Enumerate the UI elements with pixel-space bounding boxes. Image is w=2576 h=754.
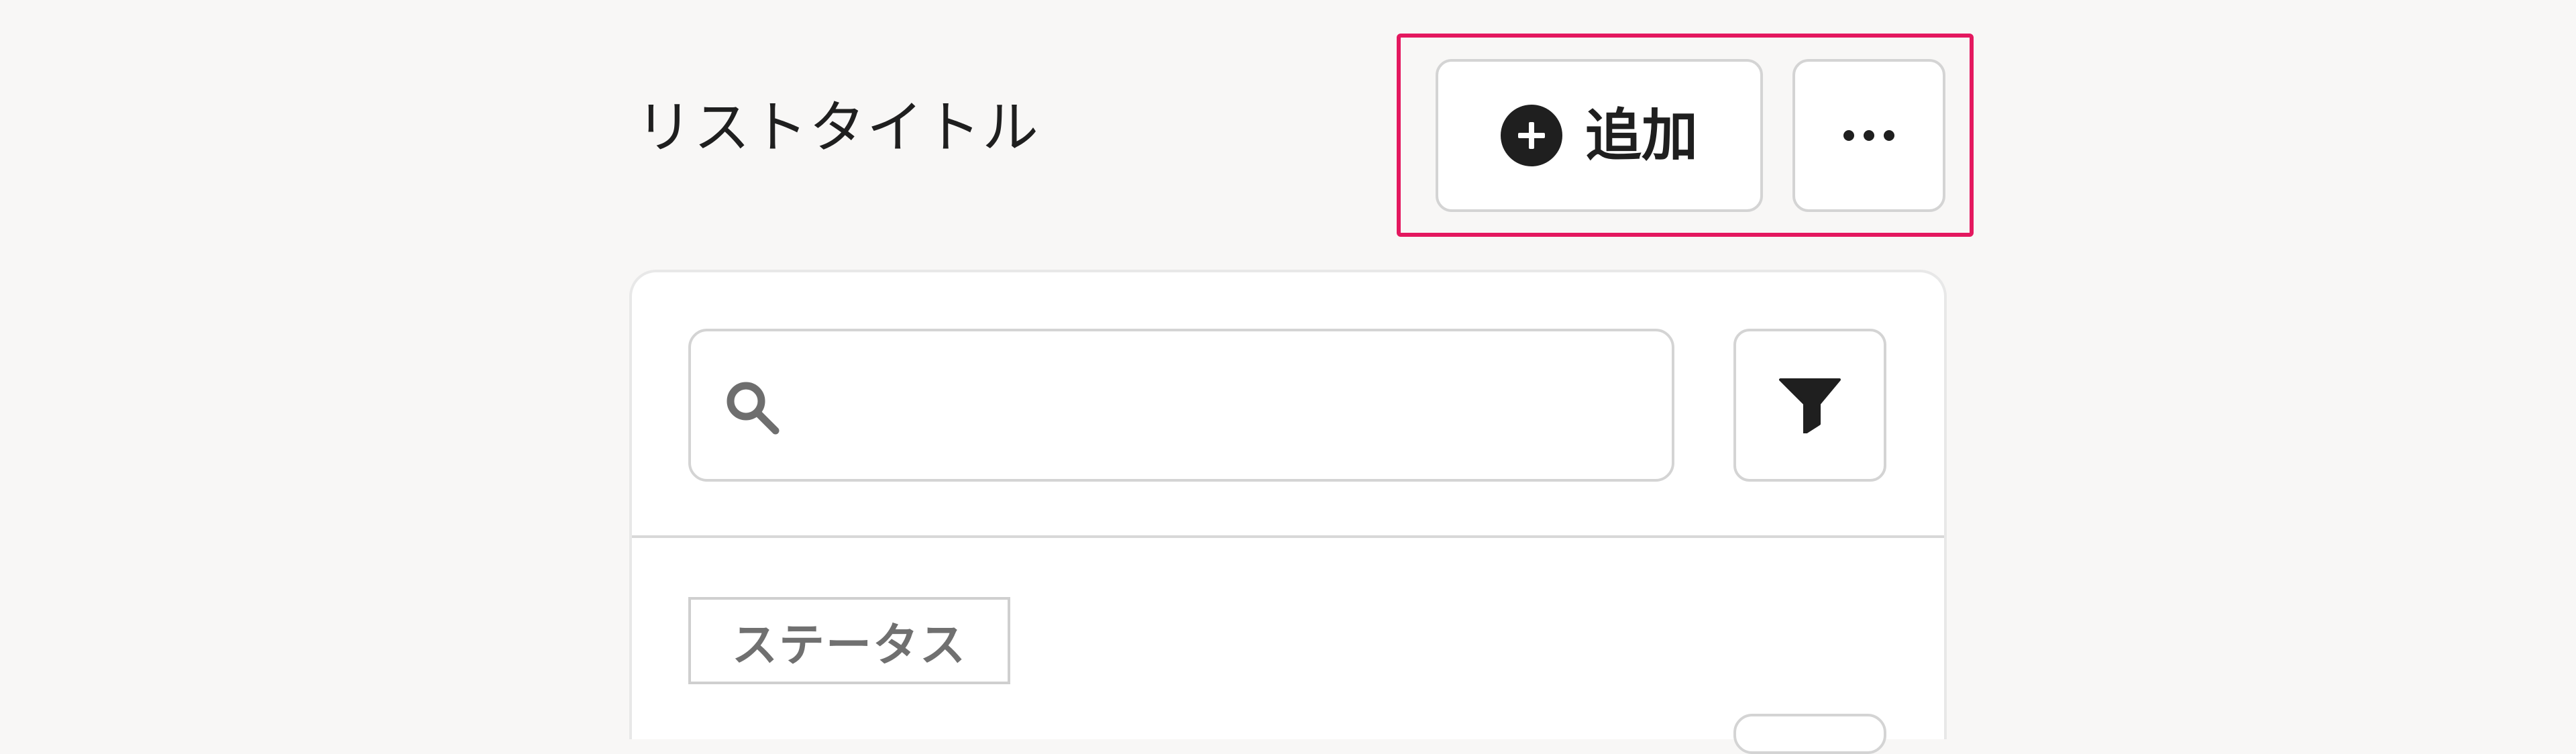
add-button[interactable]: 追加 [1436, 59, 1763, 212]
search-field[interactable] [688, 329, 1674, 482]
panel-divider [632, 535, 1944, 538]
status-filter-label: ステータス [688, 597, 1010, 684]
filter-button[interactable] [1733, 329, 1886, 482]
more-options-button[interactable] [1792, 59, 1945, 212]
status-filter-control[interactable] [1733, 714, 1886, 754]
plus-circle-icon [1500, 105, 1562, 166]
page-title: リストタイトル [636, 95, 1040, 160]
search-icon [727, 382, 780, 435]
filter-icon [1779, 378, 1841, 433]
ellipsis-icon [1843, 130, 1894, 141]
search-input[interactable] [805, 358, 1650, 452]
add-button-label: 追加 [1585, 103, 1698, 168]
